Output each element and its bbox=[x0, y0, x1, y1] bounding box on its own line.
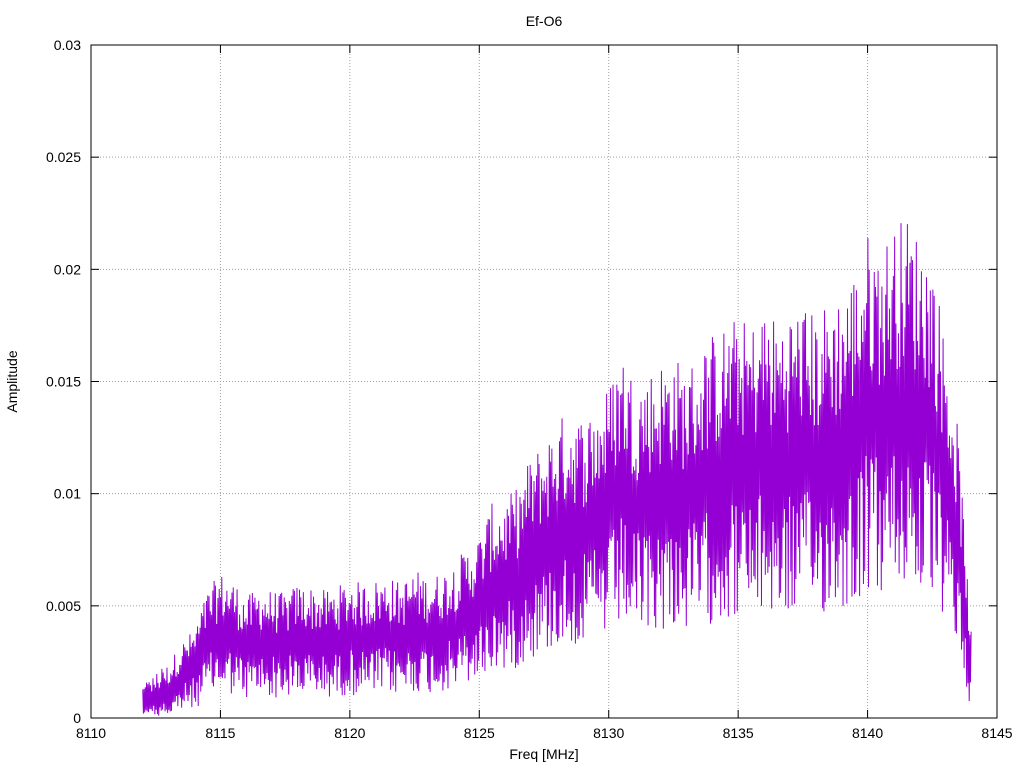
y-tick-label: 0.005 bbox=[46, 598, 81, 614]
y-tick-label: 0.02 bbox=[54, 261, 81, 277]
y-axis-label: Amplitude bbox=[4, 350, 20, 412]
y-tick-label: 0.03 bbox=[54, 37, 81, 53]
y-tick-label: 0.015 bbox=[46, 374, 81, 390]
x-tick-label: 8135 bbox=[723, 725, 754, 741]
series-group bbox=[142, 223, 972, 716]
x-tick-label: 8145 bbox=[981, 725, 1012, 741]
x-tick-label: 8125 bbox=[464, 725, 495, 741]
series-line bbox=[142, 223, 972, 716]
y-tick-label: 0 bbox=[73, 710, 81, 726]
x-axis-label: Freq [MHz] bbox=[509, 746, 578, 762]
x-tick-labels: 8110 8115 8120 8125 8130 8135 8140 8145 bbox=[76, 725, 1013, 741]
x-tick-label: 8120 bbox=[334, 725, 365, 741]
chart-canvas: 8110 8115 8120 8125 8130 8135 8140 8145 00.0050… bbox=[4, 13, 1013, 762]
x-tick-label: 8130 bbox=[593, 725, 624, 741]
x-tick-label: 8115 bbox=[205, 725, 235, 741]
x-tick-label: 8110 bbox=[76, 725, 106, 741]
y-tick-label: 0.01 bbox=[54, 486, 81, 502]
chart-title: Ef-O6 bbox=[526, 13, 563, 29]
y-tick-labels: 0 0.005 0.01 0.015 0.02 0.025 0.03 bbox=[46, 37, 81, 726]
y-tick-label: 0.025 bbox=[46, 149, 81, 165]
x-tick-label: 8140 bbox=[852, 725, 883, 741]
